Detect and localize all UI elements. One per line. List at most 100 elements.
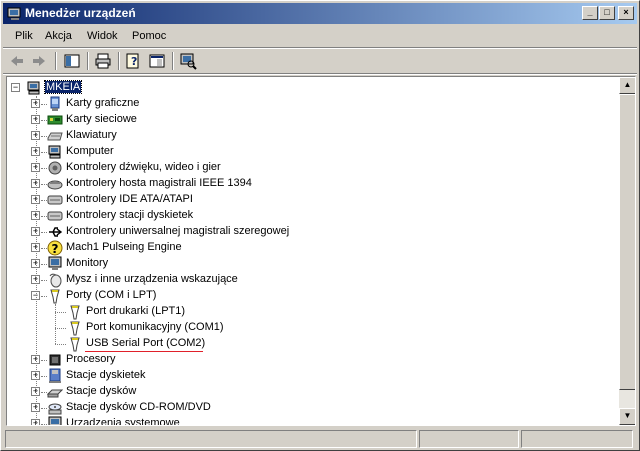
network-adapter-icon: [47, 112, 63, 128]
device-tree: − MKEIA + Karty graficzne + Karty sieciowe + Kl…: [7, 77, 619, 425]
scan-hardware-icon[interactable]: [178, 52, 198, 70]
unknown-device-icon: ?: [47, 240, 63, 256]
menu-widok[interactable]: Widok: [85, 30, 120, 42]
status-bar: [3, 429, 637, 449]
tree-connector: [41, 392, 47, 393]
tree-node-mysz-i-inne-urzadzenia-wskazujace[interactable]: + Mysz i inne urządzenia wskazujące: [7, 272, 607, 288]
tree-node-stacje-dyskietek[interactable]: + Stacje dyskietek: [7, 368, 607, 384]
ide-controller-icon: [47, 192, 63, 208]
device-tree-view[interactable]: − MKEIA + Karty graficzne + Karty sieciowe + Kl…: [6, 76, 636, 426]
collapse-button[interactable]: −: [11, 83, 20, 92]
tree-node-stacje-dyskow[interactable]: + Stacje dysków: [7, 384, 607, 400]
toolbar-separator: [118, 52, 120, 70]
device-manager-app-icon: [7, 6, 23, 25]
tree-connector: [41, 232, 47, 233]
tree-node-monitory[interactable]: + Monitory: [7, 256, 607, 272]
scroll-up-button[interactable]: ▲: [619, 77, 635, 94]
tree-node-label: Procesory: [66, 353, 116, 365]
tree-node-port-drukarki-lpt1[interactable]: Port drukarki (LPT1): [7, 304, 607, 320]
tree-node-label: Urządzenia systemowe: [66, 417, 180, 425]
tree-connector: [41, 248, 47, 249]
properties-icon[interactable]: [147, 52, 167, 70]
tree-node-label: Port drukarki (LPT1): [86, 305, 186, 317]
toolbar-separator: [172, 52, 174, 70]
tree-node-label: MKEIA: [43, 80, 83, 94]
tree-node-label: Kontrolery hosta magistrali IEEE 1394: [66, 177, 252, 189]
help-icon[interactable]: ?: [124, 52, 144, 70]
menu-plik[interactable]: Plik: [13, 30, 35, 42]
tree-node-label: Kontrolery uniwersalnej magistrali szere…: [66, 225, 290, 237]
display-adapter-icon: [47, 96, 63, 112]
tree-connector: [41, 184, 47, 185]
tree-node-kontrolery-uniwersalnej-magistrali-szeregowej[interactable]: + Kontrolery uniwersalnej magistrali szer…: [7, 224, 607, 240]
scrollbar-thumb[interactable]: [619, 94, 635, 390]
tree-node-label: Porty (COM i LPT): [66, 289, 157, 301]
scroll-down-button[interactable]: ▼: [619, 408, 635, 425]
tree-node-kontrolery-dzwieku-wideo-i-gier[interactable]: + Kontrolery dźwięku, wideo i gier: [7, 160, 607, 176]
tree-node-label: Stacje dyskietek: [66, 369, 146, 381]
tree-node-karty-graficzne[interactable]: + Karty graficzne: [7, 96, 607, 112]
tree-node-kontrolery-ide-ata-atapi[interactable]: + Kontrolery IDE ATA/ATAPI: [7, 192, 607, 208]
toolbar-separator-line: [3, 73, 637, 75]
back-arrow-icon[interactable]: [7, 52, 27, 70]
sound-icon: [47, 160, 63, 176]
tree-node-urzadzenia-systemowe[interactable]: + Urządzenia systemowe: [7, 416, 607, 425]
tree-node-kontrolery-hosta-magistrali-ieee-1394[interactable]: + Kontrolery hosta magistrali IEEE 1394: [7, 176, 607, 192]
status-panel-3: [521, 430, 633, 448]
minimize-button[interactable]: _: [582, 6, 598, 20]
maximize-button[interactable]: □: [599, 6, 615, 20]
tree-connector: [41, 216, 47, 217]
tree-connector: [41, 264, 47, 265]
computer-icon: [47, 144, 63, 160]
toolbar: ?: [3, 49, 637, 73]
tree-node-label: Kontrolery dźwięku, wideo i gier: [66, 161, 221, 173]
monitor-icon: [47, 256, 63, 272]
tree-node-label: Monitory: [66, 257, 109, 269]
tree-node-usb-serial-port-com2[interactable]: USB Serial Port (COM2): [7, 336, 607, 352]
tree-node-label: Kontrolery stacji dyskietek: [66, 209, 194, 221]
forward-arrow-icon[interactable]: [29, 52, 49, 70]
print-icon[interactable]: [93, 52, 113, 70]
menu-pomoc[interactable]: Pomoc: [130, 30, 168, 42]
tree-node-label: Stacje dysków: [66, 385, 137, 397]
menu-bar: Plik Akcja Widok Pomoc: [3, 27, 637, 47]
tree-connector: [55, 304, 56, 344]
tree-node-mach1-pulseing-engine[interactable]: +? Mach1 Pulseing Engine: [7, 240, 607, 256]
tree-node-mkeia[interactable]: − MKEIA: [7, 80, 607, 96]
cdrom-icon: [47, 400, 63, 416]
status-panel-main: [5, 430, 417, 448]
port-icon: [67, 320, 83, 336]
tree-node-karty-sieciowe[interactable]: + Karty sieciowe: [7, 112, 607, 128]
tree-node-port-komunikacyjny-com1[interactable]: Port komunikacyjny (COM1): [7, 320, 607, 336]
tree-node-label: Klawiatury: [66, 129, 117, 141]
tree-connector: [41, 104, 47, 105]
tree-connector: [41, 152, 47, 153]
port-icon: [67, 336, 83, 352]
svg-text:?: ?: [52, 242, 59, 256]
console-tree-icon[interactable]: [62, 52, 82, 70]
status-panel-2: [419, 430, 519, 448]
title-bar[interactable]: Menedżer urządzeń _ □ ×: [3, 3, 637, 24]
system-device-icon: [47, 416, 63, 425]
tree-node-label: Kontrolery IDE ATA/ATAPI: [66, 193, 193, 205]
tree-node-stacje-dyskow-cd-rom-dvd[interactable]: + Stacje dysków CD-ROM/DVD: [7, 400, 607, 416]
tree-node-komputer[interactable]: + Komputer: [7, 144, 607, 160]
ieee1394-icon: [47, 176, 63, 192]
mouse-icon: [47, 272, 63, 288]
tree-node-kontrolery-stacji-dyskietek[interactable]: + Kontrolery stacji dyskietek: [7, 208, 607, 224]
tree-node-label: USB Serial Port (COM2): [86, 337, 206, 349]
toolbar-separator: [55, 52, 57, 70]
usb-controller-icon: [47, 224, 63, 240]
menu-akcja[interactable]: Akcja: [43, 30, 74, 42]
disk-drive-icon: [46, 384, 64, 400]
close-button[interactable]: ×: [618, 6, 634, 20]
tree-connector: [55, 344, 66, 345]
vertical-scrollbar[interactable]: ▲ ▼: [619, 77, 635, 425]
keyboard-icon: [47, 128, 63, 144]
tree-node-klawiatury[interactable]: + Klawiatury: [7, 128, 607, 144]
tree-node-procesory[interactable]: + Procesory: [7, 352, 607, 368]
tree-node-porty-com-i-lpt[interactable]: − Porty (COM i LPT): [7, 288, 607, 304]
tree-connector: [41, 376, 47, 377]
tree-node-label: Komputer: [66, 145, 114, 157]
tree-node-label: Karty graficzne: [66, 97, 140, 109]
